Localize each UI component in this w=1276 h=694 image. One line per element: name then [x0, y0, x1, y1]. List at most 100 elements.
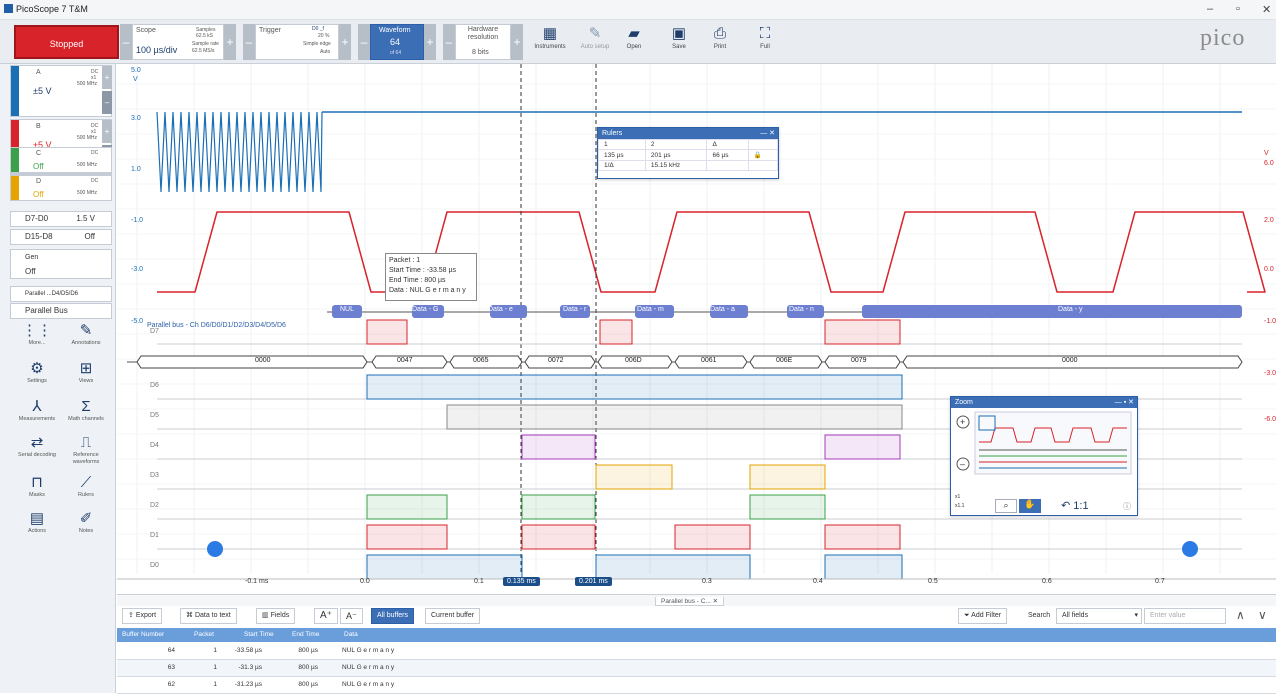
- digital-d15-d8[interactable]: D15-D8 Off: [10, 229, 112, 245]
- generator-card[interactable]: Gen Off: [10, 249, 112, 279]
- pan-hand-icon[interactable]: ✋: [1019, 499, 1041, 513]
- math-channels-tool-button[interactable]: Σ Math channels: [62, 398, 110, 423]
- full-button[interactable]: ⛶ Full: [745, 24, 785, 60]
- table-cell: 64: [167, 647, 175, 654]
- digital-label: D1: [150, 532, 159, 539]
- stop-button[interactable]: Stopped: [14, 25, 119, 59]
- search-up-icon[interactable]: ∧: [1236, 608, 1245, 622]
- digital-label: D5: [150, 412, 159, 419]
- ruler-time-tag[interactable]: 0.135 ms: [503, 577, 540, 586]
- time-tick: -0.1 ms: [245, 578, 269, 585]
- zoom-magnify-icon[interactable]: ⌕: [995, 499, 1017, 513]
- digital-pulse: [521, 434, 596, 460]
- font-decrease-button[interactable]: A⁻: [340, 608, 363, 624]
- table-cell: 800 µs: [298, 681, 318, 688]
- right-axis-tick: 0.0: [1264, 266, 1274, 273]
- notes-tool-button[interactable]: ✐ Notes: [62, 510, 110, 535]
- minimize-icon[interactable]: –: [1207, 3, 1213, 15]
- waveform-minus-button[interactable]: –: [358, 24, 370, 60]
- hex-value: 0079: [851, 357, 867, 364]
- actions-icon: ▤: [29, 510, 45, 527]
- parallel-bus-button[interactable]: Parallel Bus: [10, 303, 112, 319]
- trigger-label: Trigger: [259, 27, 281, 34]
- digital-pulse: [824, 319, 901, 345]
- ruler-time-tag[interactable]: 0.201 ms: [575, 577, 612, 586]
- measurements-tool-button[interactable]: ⅄ Measurements: [13, 398, 61, 423]
- actions-tool-button[interactable]: ▤ Actions: [13, 510, 61, 535]
- font-increase-button[interactable]: A⁺: [314, 608, 338, 624]
- resolution-value: 8 bits: [472, 49, 489, 56]
- digital-d7-d0[interactable]: D7-D0 1.5 V: [10, 211, 112, 227]
- instruments-button[interactable]: ▦ Instruments: [530, 24, 570, 60]
- all-buffers-button[interactable]: All buffers: [371, 608, 414, 624]
- close-icon[interactable]: ✕: [1262, 3, 1271, 16]
- channel-a-plus-button[interactable]: +: [102, 66, 112, 89]
- left-axis-tick: -3.0: [131, 266, 144, 273]
- hex-value: 006E: [776, 357, 793, 364]
- autosetup-button[interactable]: ✎ Auto setup: [575, 24, 615, 60]
- annotations-tool-button[interactable]: ✎ Annotations: [62, 322, 110, 347]
- current-buffer-button[interactable]: Current buffer: [425, 608, 481, 624]
- channel-a-card[interactable]: A ±5 V DC x1 500 MHz: [10, 65, 112, 117]
- search-field-select[interactable]: All fields ▾: [1056, 608, 1142, 624]
- open-icon: ▰: [628, 25, 640, 42]
- add-filter-button[interactable]: ⏷ Add Filter: [958, 608, 1008, 624]
- maximize-icon[interactable]: ▫: [1236, 3, 1240, 15]
- data-to-text-button[interactable]: ⌘ Data to text: [180, 608, 237, 624]
- resolution-plus-button[interactable]: +: [511, 24, 523, 60]
- title-bar: [0, 0, 1276, 20]
- save-icon: ▣: [671, 25, 687, 42]
- masks-tool-button[interactable]: ⊓ Masks: [13, 474, 61, 499]
- channel-d-card[interactable]: D Off DC 500 MHz: [10, 175, 112, 201]
- digital-pulse: [595, 464, 673, 490]
- more-tool-button[interactable]: ⋮⋮ More...: [13, 322, 61, 347]
- trigger-minus-button[interactable]: –: [243, 24, 255, 60]
- print-button[interactable]: ⎙ Print: [700, 24, 740, 60]
- rulers-tool-button[interactable]: ⟋ Rulers: [62, 474, 110, 499]
- close-icon[interactable]: — ✕: [760, 128, 778, 139]
- bus-channel-label: Parallel bus - Ch D6/D0/D1/D2/D3/D4/D5/D…: [147, 322, 286, 329]
- time-tick: 0.4: [813, 578, 823, 585]
- enter-value-input[interactable]: Enter value: [1144, 608, 1226, 624]
- decode-tab[interactable]: Parallel bus - C... ✕: [655, 597, 725, 606]
- open-button[interactable]: ▰ Open: [614, 24, 654, 60]
- channel-a-minus-button[interactable]: –: [102, 91, 112, 114]
- bus-segment-label: Data - y: [1058, 306, 1083, 313]
- serial-decoding-tool-button[interactable]: ⇄ Serial decoding: [13, 434, 61, 459]
- lock-icon[interactable]: 🔒: [747, 149, 779, 161]
- hex-value: 0072: [548, 357, 564, 364]
- waveform-of: of 64: [390, 50, 402, 56]
- parallel-decoder-small[interactable]: Parallel ...D4/D5/D6: [10, 286, 112, 302]
- zoom-panel[interactable]: Zoom — ▪ ✕ + – x1 x1.1 ⌕ ✋ ↶ 1:1 ⓘ: [950, 396, 1138, 516]
- resolution-minus-button[interactable]: –: [443, 24, 455, 60]
- zoom-preview[interactable]: + –: [951, 408, 1137, 478]
- info-icon[interactable]: ⓘ: [1123, 501, 1131, 512]
- sample-rate-label: Sample rate: [192, 41, 219, 47]
- trigger-plus-button[interactable]: +: [339, 24, 351, 60]
- search-down-icon[interactable]: ∨: [1258, 608, 1267, 622]
- bus-segment: [862, 305, 1242, 318]
- export-button[interactable]: ⇪ Export: [122, 608, 163, 624]
- channel-b-plus-button[interactable]: +: [102, 120, 112, 143]
- column-header[interactable]: Packet: [194, 631, 214, 638]
- settings-tool-button[interactable]: ⚙ Settings: [13, 360, 61, 385]
- save-button[interactable]: ▣ Save: [659, 24, 699, 60]
- table-cell: 1: [213, 664, 217, 671]
- scope-plus-button[interactable]: +: [224, 24, 236, 60]
- column-header[interactable]: Start Time: [244, 631, 274, 638]
- column-header[interactable]: Data: [344, 631, 358, 638]
- full-icon: ⛶: [759, 25, 771, 42]
- fields-button[interactable]: ▥ Fields: [256, 608, 296, 624]
- column-header[interactable]: End Time: [292, 631, 319, 638]
- views-tool-button[interactable]: ⊞ Views: [62, 360, 110, 385]
- reference-waveforms-tool-button[interactable]: ⎍ Reference waveforms: [62, 434, 110, 466]
- scope-minus-button[interactable]: –: [120, 24, 132, 60]
- table-cell: 62: [167, 681, 175, 688]
- channel-c-card[interactable]: C Off DC 500 MHz: [10, 147, 112, 173]
- waveform-plus-button[interactable]: +: [424, 24, 436, 60]
- rulers-panel[interactable]: Rulers — ✕ 12Δ 135 µs 201 µs 66 µs 🔒 1/Δ 15.1…: [597, 127, 779, 179]
- column-header[interactable]: Buffer Number: [122, 631, 164, 638]
- close-icon[interactable]: — ▪ ✕: [1115, 397, 1137, 408]
- packet-tooltip: Packet : 1 Start Time : -33.58 µs End Ti…: [385, 253, 477, 301]
- zoom-reset-button[interactable]: ↶ 1:1: [1061, 499, 1089, 512]
